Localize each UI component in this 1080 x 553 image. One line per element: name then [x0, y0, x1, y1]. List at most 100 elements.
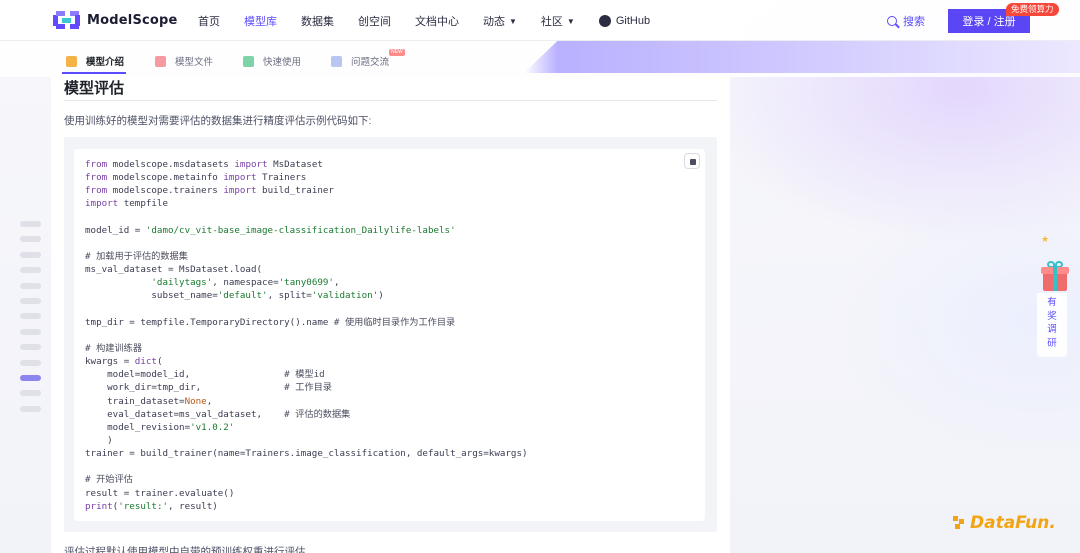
outline-rail-item[interactable] — [20, 374, 41, 381]
outline-rail — [20, 221, 42, 421]
main-nav: 首页 模型库 数据集 创空间 文档中心 动态 ▼ 社区 ▼ GitHub — [198, 13, 674, 29]
nav-item-0[interactable]: 首页 — [198, 13, 220, 29]
free-compute-badge[interactable]: 免费领算力 — [1006, 3, 1059, 16]
nav-item-3[interactable]: 创空间 — [358, 13, 391, 29]
code-token: , split= — [267, 290, 312, 302]
outline-rail-item[interactable] — [20, 313, 41, 320]
nav-item-label: GitHub — [615, 15, 651, 27]
outline-rail-item[interactable] — [20, 359, 41, 366]
code-token: modelscope.msdatasets — [107, 159, 235, 170]
outline-rail-item[interactable] — [20, 221, 41, 227]
outline-rail-item[interactable] — [20, 405, 41, 412]
nav-item-label: 首页 — [198, 16, 220, 28]
code-token: ) — [85, 434, 113, 446]
tab-model-files[interactable]: 模型文件 — [155, 54, 213, 68]
modelscope-logo-icon — [53, 11, 81, 29]
outline-rail-item[interactable] — [20, 297, 41, 304]
survey-widget[interactable]: 有奖调研 — [1037, 293, 1067, 357]
code-token: 'tany0699' — [278, 277, 334, 289]
chevron-down-icon: ▼ — [509, 16, 517, 26]
code-line: 'dailytags', namespace='tany0699', — [85, 276, 528, 289]
datafun-watermark: DataFun. — [953, 513, 1056, 533]
nav-item-1[interactable]: 模型库 — [244, 13, 277, 29]
copy-code-icon[interactable] — [684, 153, 700, 169]
outline-rail-item[interactable] — [20, 236, 41, 243]
code-token: # 工作目录 — [284, 382, 332, 394]
outline-rail-item[interactable] — [20, 282, 41, 289]
top-navbar: ModelScope 首页 模型库 数据集 创空间 文档中心 动态 ▼ 社区 ▼ GitHub 搜… — [0, 0, 1080, 41]
code-line: # 加载用于评估的数据集 — [85, 250, 528, 263]
outline-rail-item[interactable] — [20, 267, 41, 274]
survey-label-char: 调 — [1047, 324, 1057, 335]
code-line: train_dataset=None, — [85, 395, 528, 408]
code-token: model=model_id, — [85, 369, 285, 381]
code-line: model=model_id, # 模型id — [85, 368, 528, 381]
modelscope-logo[interactable]: ModelScope — [53, 11, 178, 29]
code-token: , result) — [168, 500, 218, 512]
gift-icon[interactable] — [1040, 259, 1070, 293]
code-token: # 使用临时目录作为工作目录 — [333, 316, 456, 328]
code-token: 'v1.0.2' — [190, 421, 235, 433]
code-line: eval_dataset=ms_val_dataset, # 评估的数据集 — [85, 408, 528, 421]
nav-item-2[interactable]: 数据集 — [301, 13, 334, 29]
code-token: , namespace= — [212, 277, 279, 289]
outline-rail-item[interactable] — [20, 251, 41, 258]
outline-rail-item[interactable] — [20, 328, 41, 335]
chevron-down-icon: ▼ — [566, 16, 575, 26]
tab-discussion[interactable]: 问题交流 — [331, 54, 389, 68]
section-title: 模型评估 — [64, 80, 125, 97]
code-token: model_revision= — [85, 421, 191, 433]
datafun-logo-icon — [953, 516, 967, 530]
code-token: subset_name= — [85, 290, 218, 302]
code-token: # 模型id — [284, 369, 325, 381]
watermark-text: DataFun. — [970, 513, 1056, 533]
tab-quick-start[interactable]: 快速使用 — [243, 54, 301, 68]
search-label: 搜索 — [903, 16, 925, 28]
code-line: work_dir=tmp_dir, # 工作目录 — [85, 381, 528, 394]
code-token: trainer = build_trainer(name=Trainers.im… — [85, 448, 528, 460]
code-token: print — [85, 500, 113, 512]
code-line: # 开始评估 — [85, 473, 528, 486]
code-line: from modelscope.msdatasets import MsData… — [85, 158, 528, 171]
nav-item-4[interactable]: 文档中心 — [415, 13, 459, 29]
code-token: Trainers — [256, 172, 307, 184]
nav-item-7[interactable]: GitHub — [598, 13, 651, 29]
code-line: tmp_dir = tempfile.TemporaryDirectory().… — [85, 316, 528, 329]
code-line: print('result:', result) — [85, 500, 528, 513]
tab-label: 快速使用 — [263, 57, 302, 68]
code-token: 'validation' — [311, 290, 379, 302]
nav-item-5[interactable]: 动态 ▼ — [483, 13, 517, 29]
search-button[interactable]: 搜索 — [887, 13, 925, 29]
active-tab-underline — [62, 72, 126, 74]
code-token: # 评估的数据集 — [284, 408, 351, 420]
nav-item-6[interactable]: 社区 ▼ — [541, 13, 575, 29]
code-line: subset_name='default', split='validation… — [85, 289, 528, 302]
outline-rail-item[interactable] — [20, 390, 41, 397]
nav-item-label: 模型库 — [244, 16, 277, 28]
code-content[interactable]: from modelscope.msdatasets import MsData… — [85, 158, 528, 513]
chat-icon — [331, 55, 342, 67]
logo-text: ModelScope — [87, 12, 178, 28]
code-line: kwargs = dict( — [85, 355, 528, 368]
subtab-banner-decoration — [524, 41, 1080, 73]
code-token: ( — [156, 356, 163, 368]
code-line: from modelscope.metainfo import Trainers — [85, 171, 528, 184]
tab-model-intro[interactable]: 模型介绍 — [66, 54, 124, 68]
code-token: train_dataset= — [85, 395, 185, 407]
survey-label-char: 研 — [1047, 337, 1057, 349]
outline-rail-item[interactable] — [20, 344, 41, 351]
survey-label-char: 奖 — [1047, 310, 1057, 322]
new-badge: NEW — [389, 49, 405, 56]
code-token: dict — [134, 356, 157, 368]
code-token: tempfile — [118, 198, 168, 210]
code-line: ) — [85, 434, 528, 447]
code-token: import — [85, 198, 119, 210]
code-token: from — [85, 159, 108, 170]
title-divider — [64, 100, 717, 101]
code-token: 'dailytags' — [151, 277, 213, 289]
